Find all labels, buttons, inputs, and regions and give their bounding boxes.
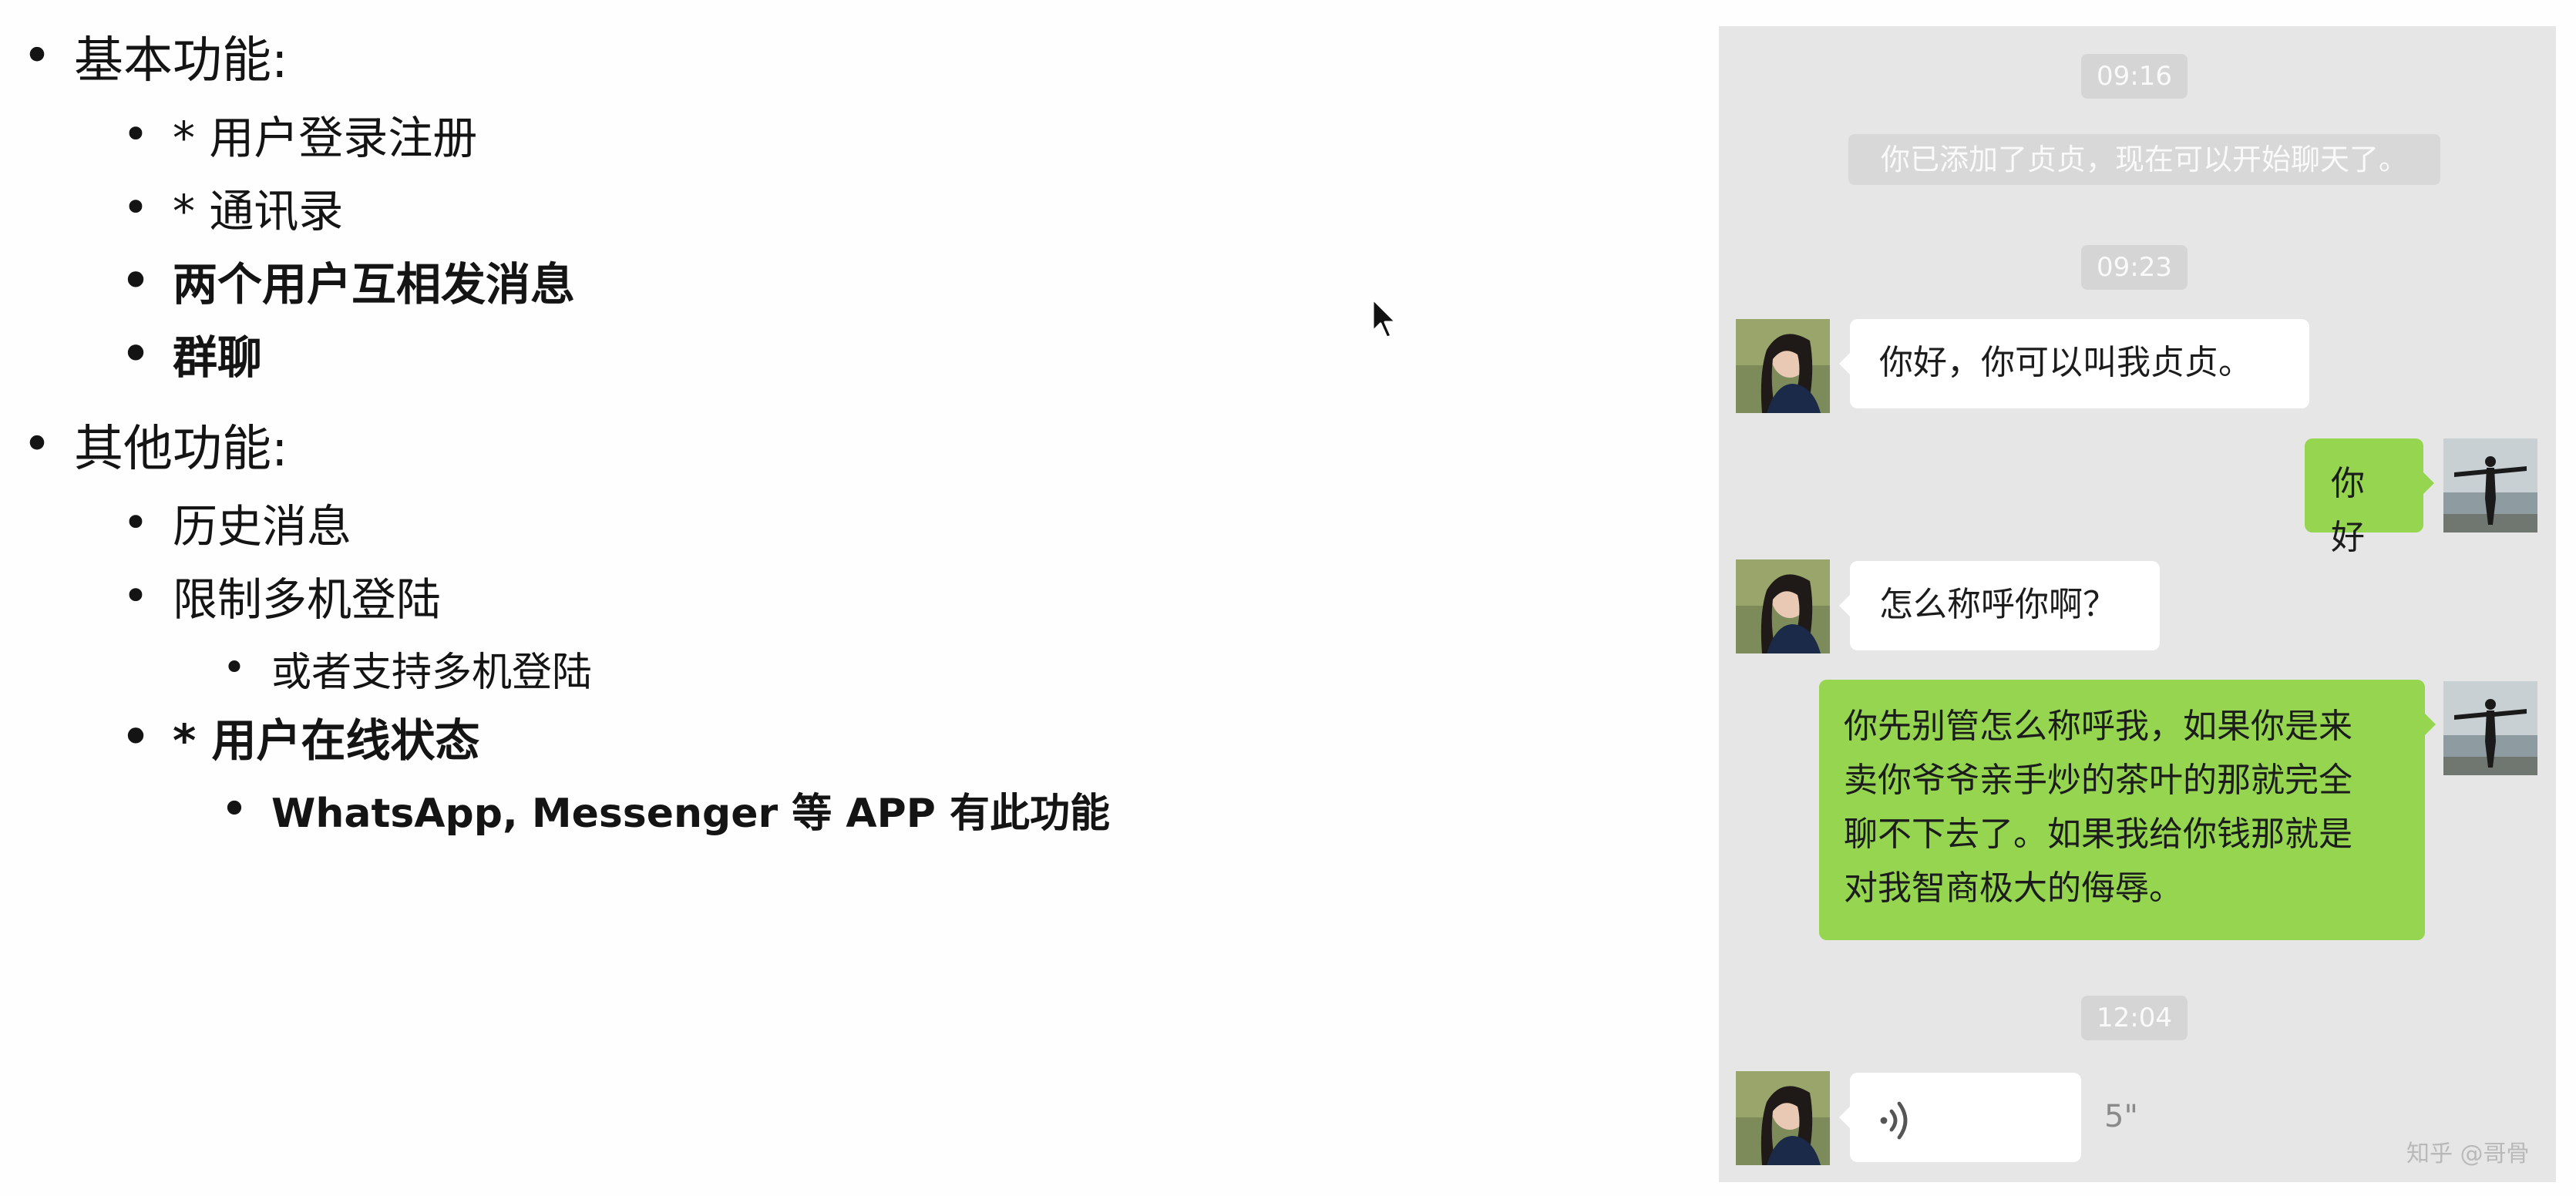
watermark: 知乎 @哥骨 [2406,1141,2530,1167]
bullet-dot: • [22,416,52,473]
sub-list-item-text: WhatsApp, Messenger 等 APP 有此功能 [271,790,1110,837]
bullet-dot: • [121,328,150,380]
contact-avatar[interactable] [1736,1071,1830,1165]
list-item: • 限制多机登陆 [0,563,441,628]
bullet-dot: • [222,645,247,691]
list-item: • * 通讯录 [0,175,344,240]
voice-message-bubble[interactable] [1839,1073,2081,1162]
list-item-text: 群聊 [173,331,263,384]
list-item: • 群聊 [0,321,262,386]
list-item-text: * 用户在线状态 [173,714,480,767]
bullet-dot: • [221,786,247,832]
other-features-heading: • 其他功能: [0,410,288,479]
list-item: • * 用户在线状态 [0,704,480,769]
slide-outline: • 基本功能: • * 用户登录注册 • * 通讯录 • 两个用户互相发消息 •… [0,0,1696,1196]
message-text: 你好 [2331,464,2365,557]
basic-features-heading: • 基本功能: [0,22,288,91]
message-text: 你先别管怎么称呼我，如果你是来 卖你爷爷亲手炒的茶叶的那就完全 聊不下去了。如果… [1844,707,2352,908]
voice-wave-icon [1880,1101,1908,1140]
list-item: • 两个用户互相发消息 [0,248,575,313]
list-item-text: * 用户登录注册 [173,112,478,164]
bullet-dot: • [121,711,150,763]
timestamp-pill: 09:23 [2081,245,2188,290]
message-bubble-incoming[interactable]: 怎么称呼你啊？ [1839,561,2160,650]
message-text: 怎么称呼你啊？ [1879,585,2117,624]
message-bubble-outgoing[interactable]: 你先别管怎么称呼我，如果你是来 卖你爷爷亲手炒的茶叶的那就完全 聊不下去了。如果… [1819,680,2436,940]
bullet-dot: • [22,28,52,85]
contact-avatar[interactable] [1736,319,1830,413]
sub-list-item-text: 或者支持多机登陆 [271,649,593,696]
bullet-dot: • [122,496,150,549]
list-item-text: * 通讯录 [173,185,344,237]
bullet-dot: • [122,569,150,622]
other-features-heading-text: 其他功能: [74,421,288,478]
list-item-text: 限制多机登陆 [173,573,442,626]
sub-list-item: • 或者支持多机登陆 [0,639,592,697]
sub-list-item: • WhatsApp, Messenger 等 APP 有此功能 [0,780,1110,838]
list-item-text: 历史消息 [173,500,352,553]
user-avatar[interactable] [2443,681,2537,775]
voice-duration: 5" [2104,1099,2138,1134]
contact-avatar[interactable] [1736,559,1830,653]
basic-features-heading-text: 基本功能: [74,32,288,89]
list-item: • 历史消息 [0,490,351,555]
list-item-text: 两个用户互相发消息 [173,258,576,311]
message-bubble-outgoing[interactable]: 你好 [2305,438,2434,557]
system-message: 你已添加了贞贞，现在可以开始聊天了。 [1848,134,2440,185]
timestamp-pill: 12:04 [2081,996,2188,1040]
user-avatar[interactable] [2443,438,2537,532]
message-text: 你好，你可以叫我贞贞。 [1879,343,2252,382]
bullet-dot: • [122,181,150,233]
message-bubble-incoming[interactable]: 你好，你可以叫我贞贞。 [1839,319,2309,408]
bullet-dot: • [121,254,150,307]
mouse-cursor-icon [1371,297,1397,339]
list-item: • * 用户登录注册 [0,102,478,166]
bullet-dot: • [122,108,150,160]
timestamp-pill: 09:16 [2081,54,2188,99]
